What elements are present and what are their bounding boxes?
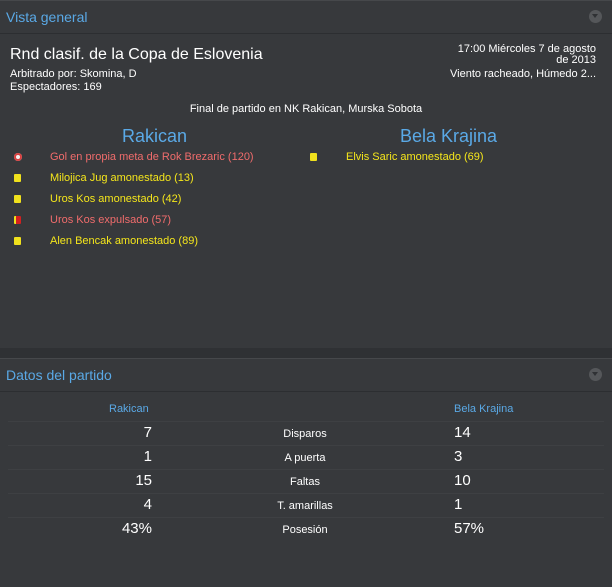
yellow-card-icon (14, 195, 21, 203)
divider (8, 469, 604, 470)
yellow-card-icon (14, 174, 21, 182)
date-line-2: de 2013 (556, 54, 596, 66)
venue-label: Final de partido en NK Rakican, Murska S… (189, 103, 423, 115)
stat-label: Disparos (283, 428, 327, 440)
match-stats-panel: Datos del partido (0, 358, 612, 587)
stat-label: Posesión (282, 524, 328, 536)
divider (8, 421, 604, 422)
stat-label: A puerta (284, 452, 326, 464)
own-goal-ball-icon (14, 153, 22, 161)
stat-away-value: 57% (454, 520, 485, 537)
home-team-link[interactable]: Rakican (122, 126, 187, 147)
stat-away-value: 14 (454, 424, 471, 441)
stat-label: T. amarillas (277, 500, 333, 512)
event-text[interactable]: Uros Kos expulsado (57) (50, 214, 171, 226)
divider (0, 391, 612, 392)
stat-home-value: 7 (143, 424, 152, 441)
stat-away-value: 10 (454, 472, 471, 489)
event-text[interactable]: Uros Kos amonestado (42) (50, 193, 181, 205)
referee-label: Arbitrado por: Skomina, D (10, 68, 137, 80)
divider (8, 445, 604, 446)
stats-away-team[interactable]: Bela Krajina (454, 403, 513, 415)
overview-title: Vista general (6, 9, 88, 25)
spectators-label: Espectadores: 169 (10, 81, 102, 93)
match-datetime: 17:00 Miércoles 7 de agosto de 2013 (396, 44, 596, 66)
stats-title: Datos del partido (6, 367, 112, 383)
event-text[interactable]: Alen Bencak amonestado (89) (50, 235, 198, 247)
collapse-chevron-icon[interactable] (589, 10, 602, 23)
divider (8, 493, 604, 494)
divider (0, 33, 612, 34)
weather-label: Viento racheado, Húmedo 2... (450, 68, 596, 80)
collapse-chevron-icon[interactable] (589, 368, 602, 381)
overview-header[interactable]: Vista general (0, 1, 612, 33)
yellow-card-icon (14, 237, 21, 245)
stats-home-team[interactable]: Rakican (109, 403, 149, 415)
stat-label: Faltas (290, 476, 320, 488)
competition-title: Rnd clasif. de la Copa de Eslovenia (10, 46, 263, 63)
stat-home-value: 15 (135, 472, 152, 489)
event-text[interactable]: Elvis Saric amonestado (69) (346, 151, 484, 163)
away-team-link[interactable]: Bela Krajina (400, 126, 497, 147)
stat-home-value: 43% (121, 520, 152, 537)
stats-header[interactable]: Datos del partido (0, 359, 612, 391)
stat-home-value: 1 (143, 448, 152, 465)
stat-home-value: 4 (143, 496, 152, 513)
red-card-icon (14, 216, 21, 224)
stat-away-value: 3 (454, 448, 463, 465)
divider (8, 517, 604, 518)
event-text[interactable]: Milojica Jug amonestado (13) (50, 172, 194, 184)
event-text[interactable]: Gol en propia meta de Rok Brezaric (120) (50, 151, 254, 163)
yellow-card-icon (310, 153, 317, 161)
stat-away-value: 1 (454, 496, 463, 513)
